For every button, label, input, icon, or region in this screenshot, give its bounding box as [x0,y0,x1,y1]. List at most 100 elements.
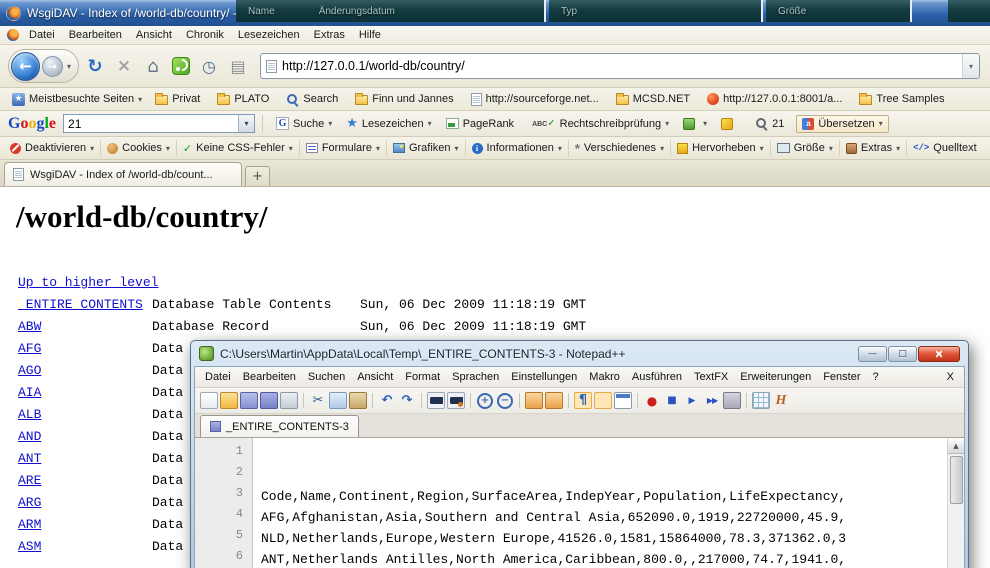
separator[interactable] [568,393,569,408]
notepadpp-titlebar[interactable]: C:\Users\Martin\AppData\Local\Temp\_ENTI… [194,341,965,366]
restore-position-icon[interactable] [525,392,543,409]
bookmark-item[interactable]: Finn und Jannes [349,91,463,107]
always-on-top-icon[interactable] [545,392,563,409]
stop-button[interactable]: × [111,53,137,79]
menubar-item[interactable]: Makro [583,370,626,384]
new-file-icon[interactable] [200,392,218,409]
entry-link[interactable]: ASM [18,539,41,554]
explorer-column-type[interactable]: Typ [561,6,577,17]
menubar-item[interactable]: X [941,370,960,384]
entry-link[interactable]: _ENTIRE_CONTENTS [18,297,143,312]
zoom-in-icon[interactable] [476,392,494,409]
menubar-item[interactable]: Ausführen [626,370,688,384]
record-macro-icon[interactable] [643,392,661,409]
menubar-item[interactable]: Datei [199,370,237,384]
menubar-item[interactable]: Suchen [302,370,351,384]
scroll-thumb[interactable] [950,456,963,504]
replace-icon[interactable] [447,392,465,409]
bookmark-item[interactable]: Tree Samples [853,91,954,107]
bookmark-item[interactable]: Meistbesuchte Seiten ▾ [6,91,148,108]
separator[interactable] [303,393,304,408]
forward-button[interactable]: → [42,56,63,77]
entry-link[interactable]: AGO [18,363,41,378]
copy-icon[interactable] [329,392,347,409]
undo-icon[interactable] [378,392,396,409]
save-icon[interactable] [240,392,258,409]
bookmark-item[interactable]: http://127.0.0.1:8001/a... [701,91,852,107]
recent-pages-dropdown[interactable]: ▾ [65,62,73,71]
bookmark-item[interactable]: Privat [149,91,210,107]
up-to-higher-level-link[interactable]: Up to higher level [18,272,158,294]
paste-icon[interactable] [349,392,367,409]
feed-button[interactable] [172,57,190,75]
scroll-up-arrow[interactable] [948,438,964,454]
back-button[interactable]: ← [11,52,40,81]
print-button[interactable]: ▤ [225,53,251,79]
open-file-icon[interactable] [220,392,238,409]
entry-link[interactable]: ARE [18,473,41,488]
menubar-item[interactable]: Format [399,370,446,384]
menubar-item[interactable]: Bearbeiten [237,370,302,384]
cut-icon[interactable] [309,392,327,409]
stop-macro-icon[interactable] [663,392,681,409]
entry-link[interactable]: ARM [18,517,41,532]
menubar-item[interactable]: Ansicht [129,27,179,43]
google-toolbar-button[interactable] [715,115,747,133]
home-button[interactable]: ⌂ [140,53,166,79]
menubar-item[interactable]: Extras [307,27,352,43]
play-macro-icon[interactable] [683,392,701,409]
menubar-item[interactable]: Lesezeichen [231,27,307,43]
document-tab[interactable]: _ENTIRE_CONTENTS-3 [200,415,359,437]
save-macro-icon[interactable] [723,392,741,409]
bookmark-item[interactable]: http://sourceforge.net... [465,91,609,108]
menubar-item[interactable]: Ansicht [351,370,399,384]
text-editor[interactable]: Code,Name,Continent,Region,SurfaceArea,I… [253,438,947,568]
save-all-icon[interactable] [260,392,278,409]
entry-link[interactable]: AND [18,429,41,444]
vertical-scrollbar[interactable] [947,438,964,568]
menubar-item[interactable]: Erweiterungen [734,370,817,384]
webdev-menu-item[interactable]: Deaktivieren ▾ [4,140,100,156]
bookmark-item[interactable]: PLATO [211,91,279,107]
close-button[interactable]: × [918,346,960,362]
separator[interactable] [746,393,747,408]
view-html-icon[interactable] [772,392,790,409]
separator[interactable] [519,393,520,408]
menubar-item[interactable]: Hilfe [352,27,388,43]
explorer-column-size[interactable]: Größe [778,6,806,17]
redo-icon[interactable] [398,392,416,409]
menubar-item[interactable]: ? [866,370,884,384]
webdev-menu-item[interactable]: Keine CSS-Fehler ▾ [176,140,299,156]
minimize-button[interactable]: — [858,346,887,362]
indent-guide-icon[interactable] [594,392,612,409]
google-toolbar-button[interactable]: Übersetzen ▾ [796,115,888,133]
google-toolbar-button[interactable]: 21 [749,114,794,133]
user-dialog-icon[interactable] [614,392,632,409]
tab-wsgidav-index[interactable]: WsgiDAV - Index of /world-db/count... [4,162,242,186]
run-multi-icon[interactable] [703,392,721,409]
separator[interactable] [637,393,638,408]
new-tab-button[interactable]: + [245,166,270,186]
menubar-item[interactable]: Fenster [817,370,866,384]
webdev-menu-item[interactable]: Hervorheben ▾ [670,140,770,156]
bookmark-item[interactable]: Search [280,91,348,108]
entry-link[interactable]: ANT [18,451,41,466]
url-input[interactable] [282,59,957,73]
webdev-menu-item[interactable]: Größe ▾ [770,140,839,156]
menubar-item[interactable]: TextFX [688,370,734,384]
google-search-dropdown[interactable]: ▾ [238,115,254,132]
entry-link[interactable]: AIA [18,385,41,400]
webdev-menu-item[interactable]: Extras ▾ [839,140,906,156]
webdev-menu-item[interactable]: Cookies ▾ [100,140,176,156]
webdev-menu-item[interactable]: Verschiedenes ▾ [568,140,670,157]
google-toolbar-button[interactable]: Rechtschreibprüfung ▾ [526,115,675,133]
reload-button[interactable]: ↻ [82,53,108,79]
explorer-column-name[interactable]: Name [248,6,275,17]
bookmark-item[interactable]: MCSD.NET [610,91,700,107]
webdev-menu-item[interactable]: Quelltext [906,140,987,156]
google-toolbar-button[interactable]: ▾ [677,115,713,133]
print-icon[interactable] [280,392,298,409]
entry-link[interactable]: AFG [18,341,41,356]
firefox-titlebar[interactable]: WsgiDAV - Index of /world-db/country/ - … [0,0,990,26]
doc-map-icon[interactable] [752,392,770,409]
